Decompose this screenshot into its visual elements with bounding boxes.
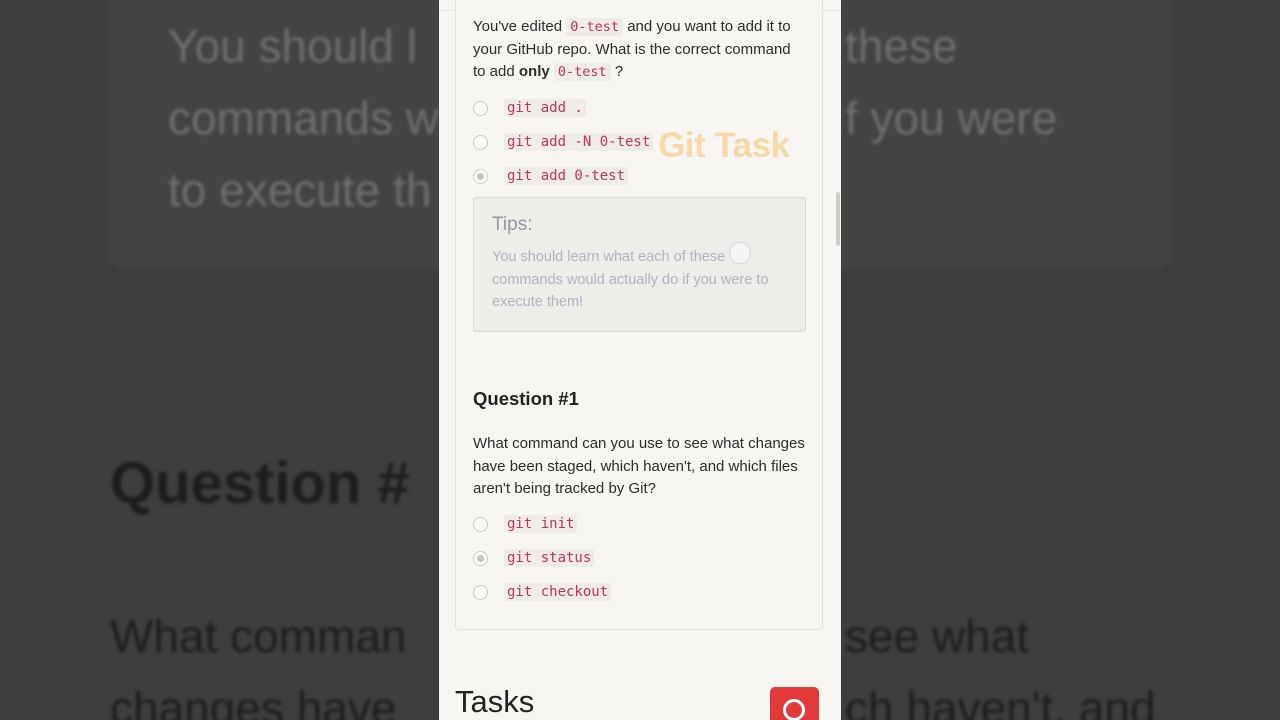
question-0-prompt: You've edited 0-test and you want to add… bbox=[473, 18, 791, 81]
tips-title: Tips: bbox=[492, 214, 533, 235]
background-question-text: What comman changes have bbox=[110, 610, 407, 720]
scrollbar[interactable] bbox=[836, 192, 840, 246]
watermark-title: Git Task bbox=[658, 126, 790, 165]
loading-spinner-icon bbox=[729, 242, 751, 264]
radio-button[interactable] bbox=[473, 100, 488, 116]
answer-option[interactable]: git add 0-test bbox=[473, 165, 629, 187]
question-heading: Question #1 bbox=[473, 388, 579, 409]
tips-box: Tips: You should learn what each of thes… bbox=[473, 197, 806, 332]
question-text: What command can you use to see what cha… bbox=[473, 435, 805, 497]
answer-option[interactable]: git init bbox=[473, 513, 578, 535]
background-tips-text-right: these f you were bbox=[845, 20, 1058, 144]
search-button[interactable] bbox=[770, 687, 819, 720]
radio-button[interactable] bbox=[473, 134, 488, 150]
answer-option[interactable]: git add . bbox=[473, 97, 586, 119]
background-question-text-right: see what ch haven't, and bbox=[845, 610, 1156, 720]
radio-button[interactable] bbox=[473, 584, 488, 600]
inline-code: 0-test bbox=[566, 18, 624, 36]
radio-button-selected[interactable] bbox=[473, 550, 488, 566]
background-tips-text: You should l commands w to execute th bbox=[168, 20, 439, 216]
answer-option[interactable]: git checkout bbox=[473, 581, 612, 603]
option-label: git checkout bbox=[504, 583, 612, 601]
option-label: git status bbox=[504, 549, 595, 567]
section-title: Tasks bbox=[455, 684, 535, 719]
option-label: git add . bbox=[504, 99, 586, 117]
answer-option[interactable]: git status bbox=[473, 547, 595, 569]
radio-button-selected[interactable] bbox=[473, 168, 488, 184]
search-icon bbox=[783, 699, 805, 720]
option-label: git add 0-test bbox=[504, 167, 629, 185]
answer-option[interactable]: git add -N 0-test bbox=[473, 131, 654, 153]
background-question-heading: Question # bbox=[110, 451, 410, 516]
option-label: git add -N 0-test bbox=[504, 133, 654, 151]
inline-code: 0-test bbox=[553, 63, 611, 81]
option-label: git init bbox=[504, 515, 578, 533]
radio-button[interactable] bbox=[473, 516, 488, 532]
page-viewport: You've edited 0-test and you want to add… bbox=[439, 0, 841, 720]
